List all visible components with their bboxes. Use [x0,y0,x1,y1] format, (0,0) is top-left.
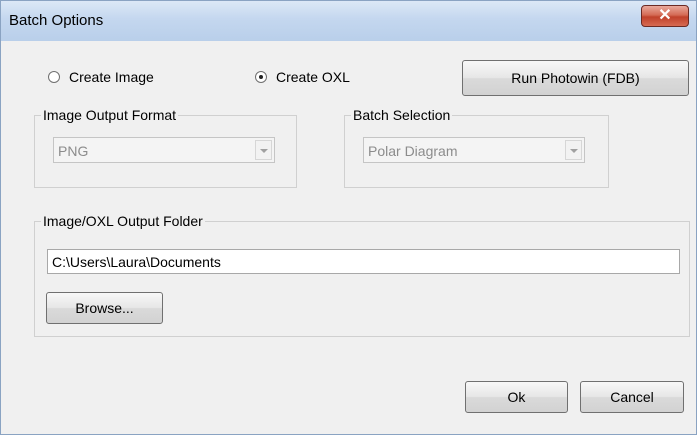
window-title: Batch Options [9,12,104,29]
batch-selection-dropdown-button[interactable] [565,140,582,160]
radio-icon [48,71,60,83]
radio-icon [255,71,267,83]
cancel-button[interactable]: Cancel [580,381,684,413]
create-image-radio[interactable]: Create Image [48,69,154,85]
create-image-label: Create Image [69,69,154,85]
output-folder-group: Image/OXL Output Folder C:\Users\Laura\D… [34,212,690,337]
run-photowin-label: Run Photowin (FDB) [511,70,640,86]
close-button[interactable]: ✕ [641,5,689,27]
chevron-down-icon [260,149,268,153]
title-bar[interactable]: Batch Options ✕ [1,1,696,41]
create-oxl-radio[interactable]: Create OXL [255,69,350,85]
browse-button[interactable]: Browse... [46,292,163,324]
batch-options-dialog: Batch Options ✕ Create Image Create OXL … [0,0,697,435]
output-folder-label: Image/OXL Output Folder [41,212,205,230]
ok-label: Ok [507,389,526,405]
close-icon: ✕ [658,7,672,24]
output-folder-path: C:\Users\Laura\Documents [52,254,221,270]
batch-selection-group: Batch Selection Polar Diagram [344,106,609,188]
browse-label: Browse... [75,300,134,316]
batch-selection-value: Polar Diagram [368,143,458,159]
chevron-down-icon [570,149,578,153]
image-format-dropdown-button[interactable] [255,140,272,160]
create-oxl-label: Create OXL [276,69,350,85]
image-output-format-label: Image Output Format [41,106,179,124]
image-format-value: PNG [58,143,89,159]
output-folder-input[interactable]: C:\Users\Laura\Documents [47,249,680,274]
cancel-label: Cancel [610,389,654,405]
ok-button[interactable]: Ok [465,381,568,413]
run-photowin-button[interactable]: Run Photowin (FDB) [462,60,689,96]
batch-selection-select[interactable]: Polar Diagram [363,137,585,163]
dialog-body: Create Image Create OXL Run Photowin (FD… [8,41,690,428]
batch-selection-label: Batch Selection [351,106,453,124]
image-output-format-group: Image Output Format PNG [34,106,297,188]
image-format-select[interactable]: PNG [53,137,275,163]
